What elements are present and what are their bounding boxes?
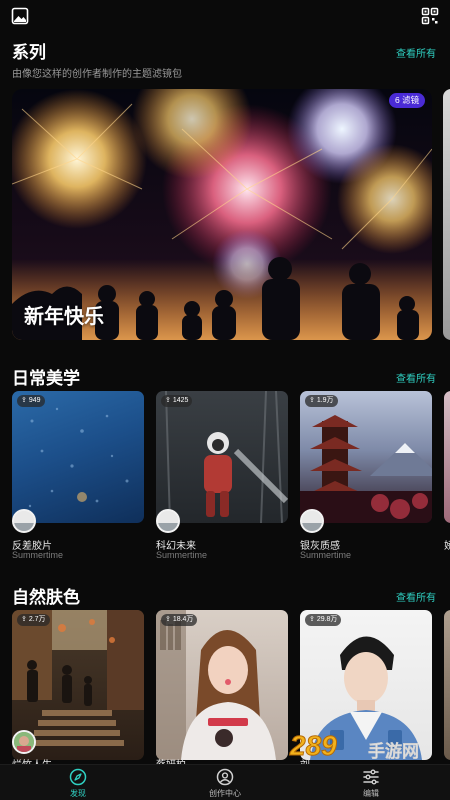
filter-card-title: 娇 <box>444 541 450 552</box>
filter-count-badge: 6 滤镜 <box>389 93 426 108</box>
see-all-daily-link[interactable]: 查看所有 <box>396 370 436 385</box>
avatar[interactable] <box>12 730 36 754</box>
filter-card-title: 烂竹人生 <box>12 756 52 764</box>
nav-edit[interactable]: 编辑 <box>331 765 411 800</box>
see-all-skin-link[interactable]: 查看所有 <box>396 589 436 604</box>
filter-card[interactable] <box>156 391 288 523</box>
section-title-series: 系列 <box>12 43 46 62</box>
image-icon[interactable] <box>11 7 29 25</box>
use-count-badge: ⇪ 2.7万 <box>17 614 50 626</box>
section-title-skin: 自然肤色 <box>12 588 80 607</box>
nav-label: 发现 <box>70 789 86 798</box>
filter-card-peek[interactable] <box>444 610 450 760</box>
section-subtitle-series: 由像您这样的创作者制作的主题滤镜包 <box>12 69 182 80</box>
svg-text:289: 289 <box>289 730 337 761</box>
avatar[interactable] <box>300 509 324 533</box>
sliders-icon <box>363 769 379 785</box>
filter-card-author: Summertime <box>300 550 352 560</box>
avatar[interactable] <box>156 509 180 533</box>
compass-icon <box>69 768 87 786</box>
use-count-badge: ⇪ 1.9万 <box>305 395 338 407</box>
nav-discover[interactable]: 发现 <box>38 765 118 800</box>
pagoda-fuji-image <box>300 415 432 523</box>
hero-title: 新年快乐 <box>24 306 104 328</box>
qr-scan-icon[interactable] <box>421 7 439 25</box>
nav-label: 编辑 <box>363 789 379 798</box>
nav-creator-center[interactable]: 创作中心 <box>185 765 265 800</box>
filter-card[interactable] <box>156 610 288 760</box>
astronaut-forest-image <box>165 391 288 523</box>
next-series-card-peek[interactable] <box>443 89 450 340</box>
site-watermark-logo: 289 手游网 <box>289 730 420 763</box>
top-bar <box>0 0 450 34</box>
filter-card-author: Summertime <box>156 550 208 560</box>
svg-text:手游网: 手游网 <box>368 741 419 762</box>
bottom-nav: 发现 创作中心 编辑 <box>0 764 450 800</box>
use-count-badge: ⇪ 949 <box>17 395 45 407</box>
use-count-badge: ⇪ 29.8万 <box>305 614 342 626</box>
filter-card-peek[interactable] <box>444 391 450 523</box>
use-count-badge: ⇪ 18.4万 <box>161 614 198 626</box>
section-title-daily: 日常美学 <box>12 369 80 388</box>
avatar[interactable] <box>12 509 36 533</box>
rainy-window-image <box>28 407 129 508</box>
see-all-series-link[interactable]: 查看所有 <box>396 45 436 60</box>
use-count-badge: ⇪ 1425 <box>161 395 193 407</box>
filter-card-author: Summertime <box>12 550 64 560</box>
nav-label: 创作中心 <box>209 789 241 798</box>
user-circle-icon <box>216 768 234 786</box>
filter-card[interactable] <box>12 391 144 523</box>
filter-card-title: 蔡妍柏 <box>156 756 186 764</box>
filter-card[interactable] <box>300 391 432 523</box>
girl-portrait-image <box>156 610 276 760</box>
